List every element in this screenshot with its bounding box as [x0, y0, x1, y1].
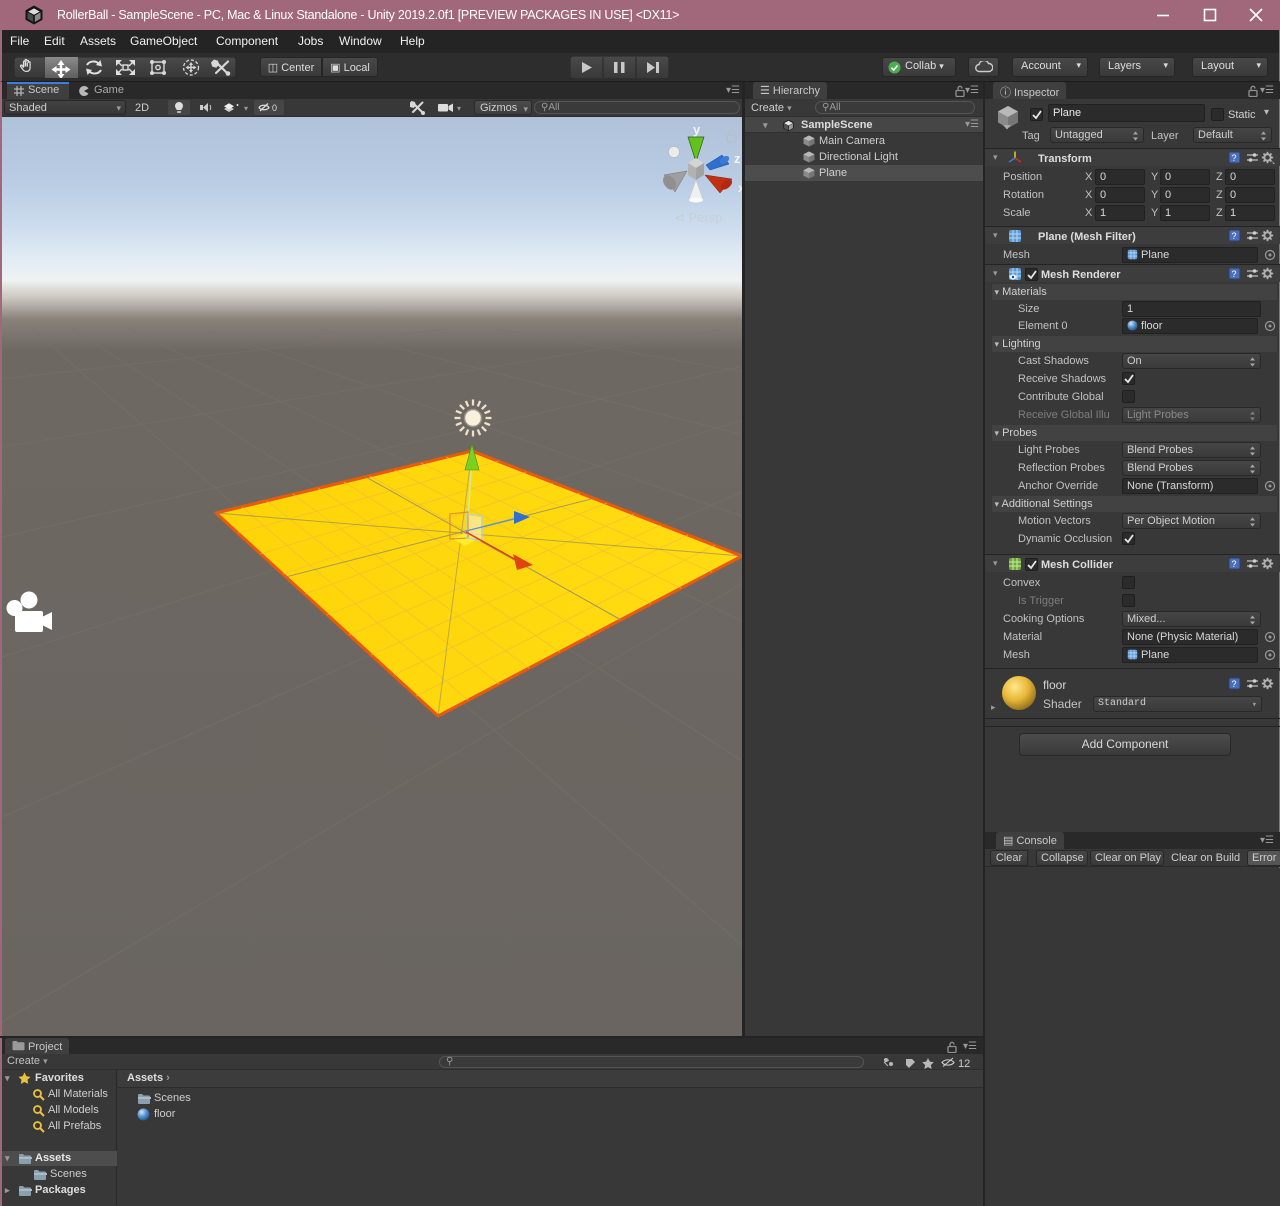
svg-text:?: ?	[1232, 269, 1237, 279]
svg-text:?: ?	[1232, 679, 1237, 689]
svg-text:12: 12	[958, 1058, 970, 1069]
svg-text:?: ?	[1232, 231, 1237, 241]
svg-text:?: ?	[1232, 153, 1237, 163]
svg-text:y: y	[693, 122, 701, 137]
svg-text:▾: ▾	[457, 104, 461, 113]
svg-text:z: z	[734, 151, 741, 166]
svg-text:0: 0	[272, 103, 277, 113]
svg-text:?: ?	[1232, 559, 1237, 569]
svg-text:⊲ Persp: ⊲ Persp	[674, 210, 722, 225]
svg-text:▾: ▾	[244, 104, 248, 113]
